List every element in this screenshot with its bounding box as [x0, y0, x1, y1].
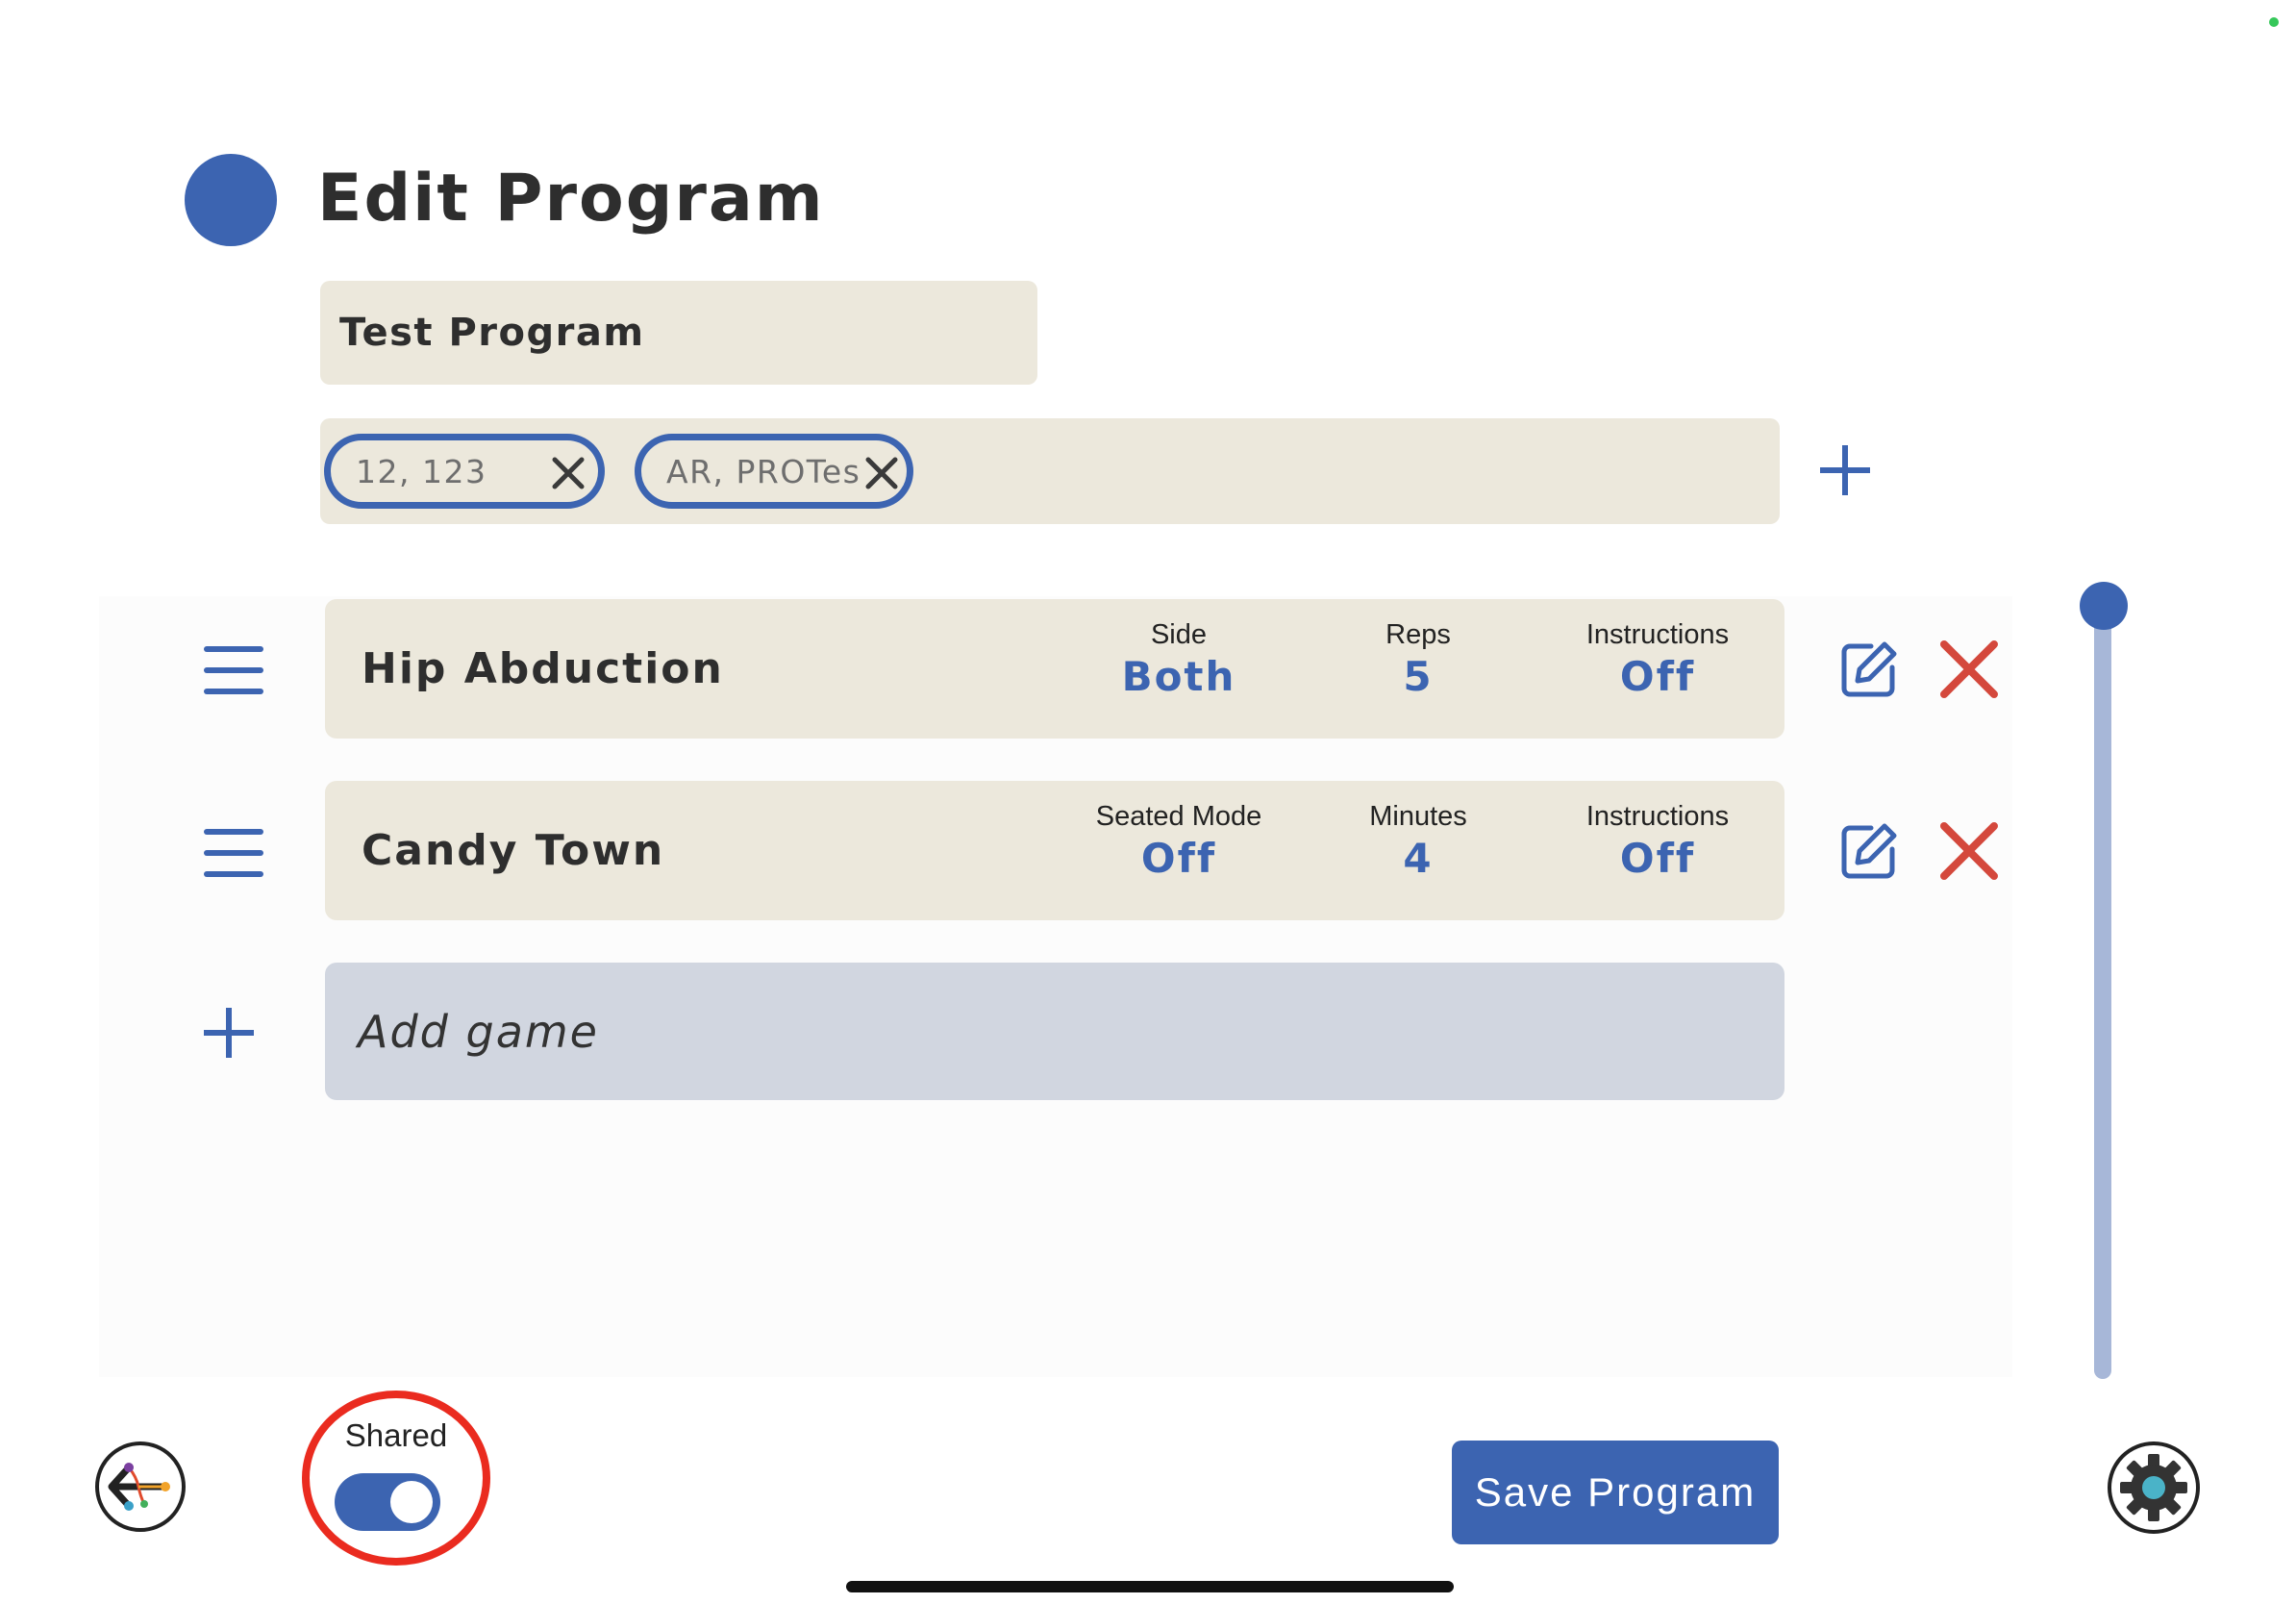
field-value: Off — [1619, 653, 1696, 700]
gear-icon[interactable] — [2107, 1441, 2201, 1535]
exercise-field[interactable]: Seated Mode Off — [1073, 781, 1285, 885]
save-program-button[interactable]: Save Program — [1452, 1441, 1779, 1544]
exercise-field[interactable]: Minutes 4 — [1312, 781, 1524, 885]
add-tag-plus-icon[interactable] — [1818, 443, 1872, 497]
program-name-input[interactable]: Test Program — [320, 281, 1037, 385]
field-label: Side — [1150, 619, 1208, 650]
add-game-plus-icon[interactable] — [202, 1006, 256, 1060]
exercise-name: Hip Abduction — [362, 644, 724, 693]
field-value: 4 — [1403, 835, 1434, 882]
field-value: 5 — [1403, 653, 1434, 700]
exercise-field[interactable]: Reps 5 — [1312, 599, 1524, 703]
drag-handle-hamburger-icon[interactable] — [204, 827, 263, 879]
page-title: Edit Program — [317, 161, 825, 237]
exercise-field[interactable]: Instructions Off — [1552, 599, 1763, 703]
toggle-knob — [390, 1481, 433, 1523]
delete-close-icon[interactable] — [1938, 639, 2000, 700]
tag-chip[interactable]: 12, 123 — [324, 434, 605, 509]
close-icon[interactable] — [862, 454, 901, 492]
tag-chip-label: 12, 123 — [356, 452, 487, 490]
delete-close-icon[interactable] — [1938, 820, 2000, 882]
back-arrow-icon[interactable] — [94, 1441, 187, 1533]
app-logo — [185, 154, 277, 246]
shared-label: Shared — [344, 1417, 448, 1453]
exercise-card[interactable]: Hip Abduction Side Both Reps 5 Instructi… — [325, 599, 1784, 739]
tag-chip-label: AR, PROTes — [666, 452, 861, 490]
field-value: Off — [1619, 835, 1696, 882]
edit-icon[interactable] — [1838, 639, 1900, 700]
exercise-name: Candy Town — [362, 826, 665, 875]
close-icon[interactable] — [549, 454, 587, 492]
field-label: Minutes — [1369, 801, 1467, 832]
field-label: Instructions — [1585, 801, 1730, 832]
shared-toggle[interactable] — [335, 1473, 440, 1531]
status-indicator — [2269, 17, 2279, 27]
edit-icon[interactable] — [1838, 820, 1900, 882]
field-label: Reps — [1385, 619, 1451, 650]
field-label: Seated Mode — [1095, 801, 1262, 832]
scrollbar-thumb[interactable] — [2080, 582, 2128, 630]
field-value: Off — [1140, 835, 1217, 882]
field-label: Instructions — [1585, 619, 1730, 650]
add-game-button[interactable]: Add game — [325, 963, 1784, 1100]
scrollbar-track[interactable] — [2094, 604, 2111, 1379]
drag-handle-hamburger-icon[interactable] — [204, 644, 263, 696]
exercise-card[interactable]: Candy Town Seated Mode Off Minutes 4 Ins… — [325, 781, 1784, 920]
exercise-field[interactable]: Instructions Off — [1552, 781, 1763, 885]
tag-chip[interactable]: AR, PROTes — [635, 434, 913, 509]
home-indicator — [846, 1581, 1454, 1592]
exercise-field[interactable]: Side Both — [1073, 599, 1285, 703]
field-value: Both — [1121, 653, 1236, 700]
